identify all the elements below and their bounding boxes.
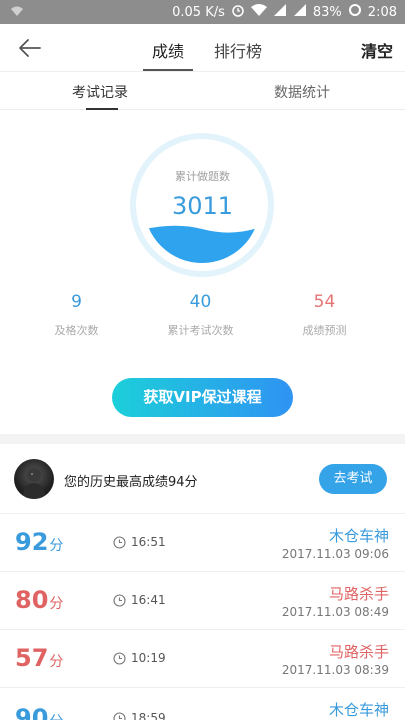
score-unit: 分 <box>49 654 64 670</box>
record-date: 2017.11.03 09:06 <box>281 547 389 561</box>
tab-indicator <box>143 69 193 71</box>
table-row[interactable]: 92分 16:51 木仓车神 2017.11.03 09:06 <box>0 514 405 572</box>
record-title: 马路杀手 <box>328 643 389 661</box>
clock-icon <box>113 594 126 607</box>
network-speed: 0.05 K/s <box>172 4 225 20</box>
nav-bar: 成绩 排行榜 清空 <box>0 24 405 72</box>
status-bar: 0.05 K/s 83% 2:08 <box>0 0 405 24</box>
signal-icon <box>273 3 287 21</box>
record-title: 木仓车神 <box>328 527 389 545</box>
record-score: 92分 <box>15 528 63 556</box>
section-divider <box>0 434 405 444</box>
stat-score-prediction: 54 成绩预测 <box>257 292 392 338</box>
score-value: 90 <box>15 704 49 720</box>
clock-icon <box>113 652 126 665</box>
gauge-value: 3011 <box>171 192 234 220</box>
tab-ranking[interactable]: 排行榜 <box>214 38 262 62</box>
back-arrow-icon <box>19 39 41 57</box>
table-row[interactable]: 80分 16:41 马路杀手 2017.11.03 08:49 <box>0 572 405 630</box>
score-unit: 分 <box>49 714 63 720</box>
stat-label: 累计考试次数 <box>167 324 234 337</box>
stat-value: 9 <box>71 292 82 312</box>
wifi-icon <box>250 3 267 21</box>
vip-course-button[interactable]: 获取VIP保过课程 <box>112 378 293 417</box>
stat-pass-count: 9 及格次数 <box>9 292 144 338</box>
clear-button[interactable]: 清空 <box>361 38 393 62</box>
best-score-text: 您的历史最高成绩94分 <box>64 475 198 490</box>
score-unit: 分 <box>49 596 64 612</box>
clock-icon <box>113 712 126 720</box>
stat-label: 及格次数 <box>54 324 99 337</box>
score-value: 80 <box>15 586 49 614</box>
gauge-label: 累计做题数 <box>175 170 230 183</box>
record-duration: 18:59 <box>131 711 166 720</box>
back-button[interactable] <box>16 36 44 60</box>
subtab-indicator <box>86 108 118 110</box>
subtab-exam-records[interactable]: 考试记录 <box>72 82 128 102</box>
record-duration: 16:41 <box>131 593 166 607</box>
record-date: 2017.11.03 08:49 <box>281 605 389 619</box>
table-row[interactable]: 57分 10:19 马路杀手 2017.11.03 08:39 <box>0 630 405 688</box>
stat-label: 成绩预测 <box>302 324 347 337</box>
record-score: 80分 <box>15 586 63 614</box>
table-row[interactable]: 90分 18:59 木仓车神 <box>0 688 405 720</box>
subtab-data-statistics[interactable]: 数据统计 <box>274 82 330 102</box>
record-score: 90分 <box>15 704 63 720</box>
record-duration: 10:19 <box>131 651 166 665</box>
stat-value: 40 <box>189 292 212 312</box>
battery-percent: 83% <box>312 4 342 20</box>
record-score: 57分 <box>15 644 63 672</box>
signal-2-icon <box>293 3 307 21</box>
record-duration: 16:51 <box>131 535 166 549</box>
clock: 2:08 <box>367 4 397 20</box>
battery-icon <box>348 3 362 21</box>
go-exam-button[interactable]: 去考试 <box>319 464 387 494</box>
score-value: 57 <box>15 644 49 672</box>
alarm-icon <box>231 3 245 21</box>
stat-exam-count: 40 累计考试次数 <box>133 292 268 338</box>
tab-score[interactable]: 成绩 <box>152 38 184 62</box>
score-value: 92 <box>15 528 49 556</box>
avatar[interactable] <box>14 459 54 499</box>
best-score-row: 您的历史最高成绩94分 去考试 <box>0 444 405 514</box>
record-title: 木仓车神 <box>328 701 389 719</box>
score-unit: 分 <box>49 538 64 554</box>
sub-tabs: 考试记录 数据统计 <box>0 72 405 110</box>
wifi-signal-icon <box>10 4 24 22</box>
record-date: 2017.11.03 08:39 <box>281 663 389 677</box>
record-title: 马路杀手 <box>328 585 389 603</box>
stat-value: 54 <box>313 292 336 312</box>
clock-icon <box>113 536 126 549</box>
